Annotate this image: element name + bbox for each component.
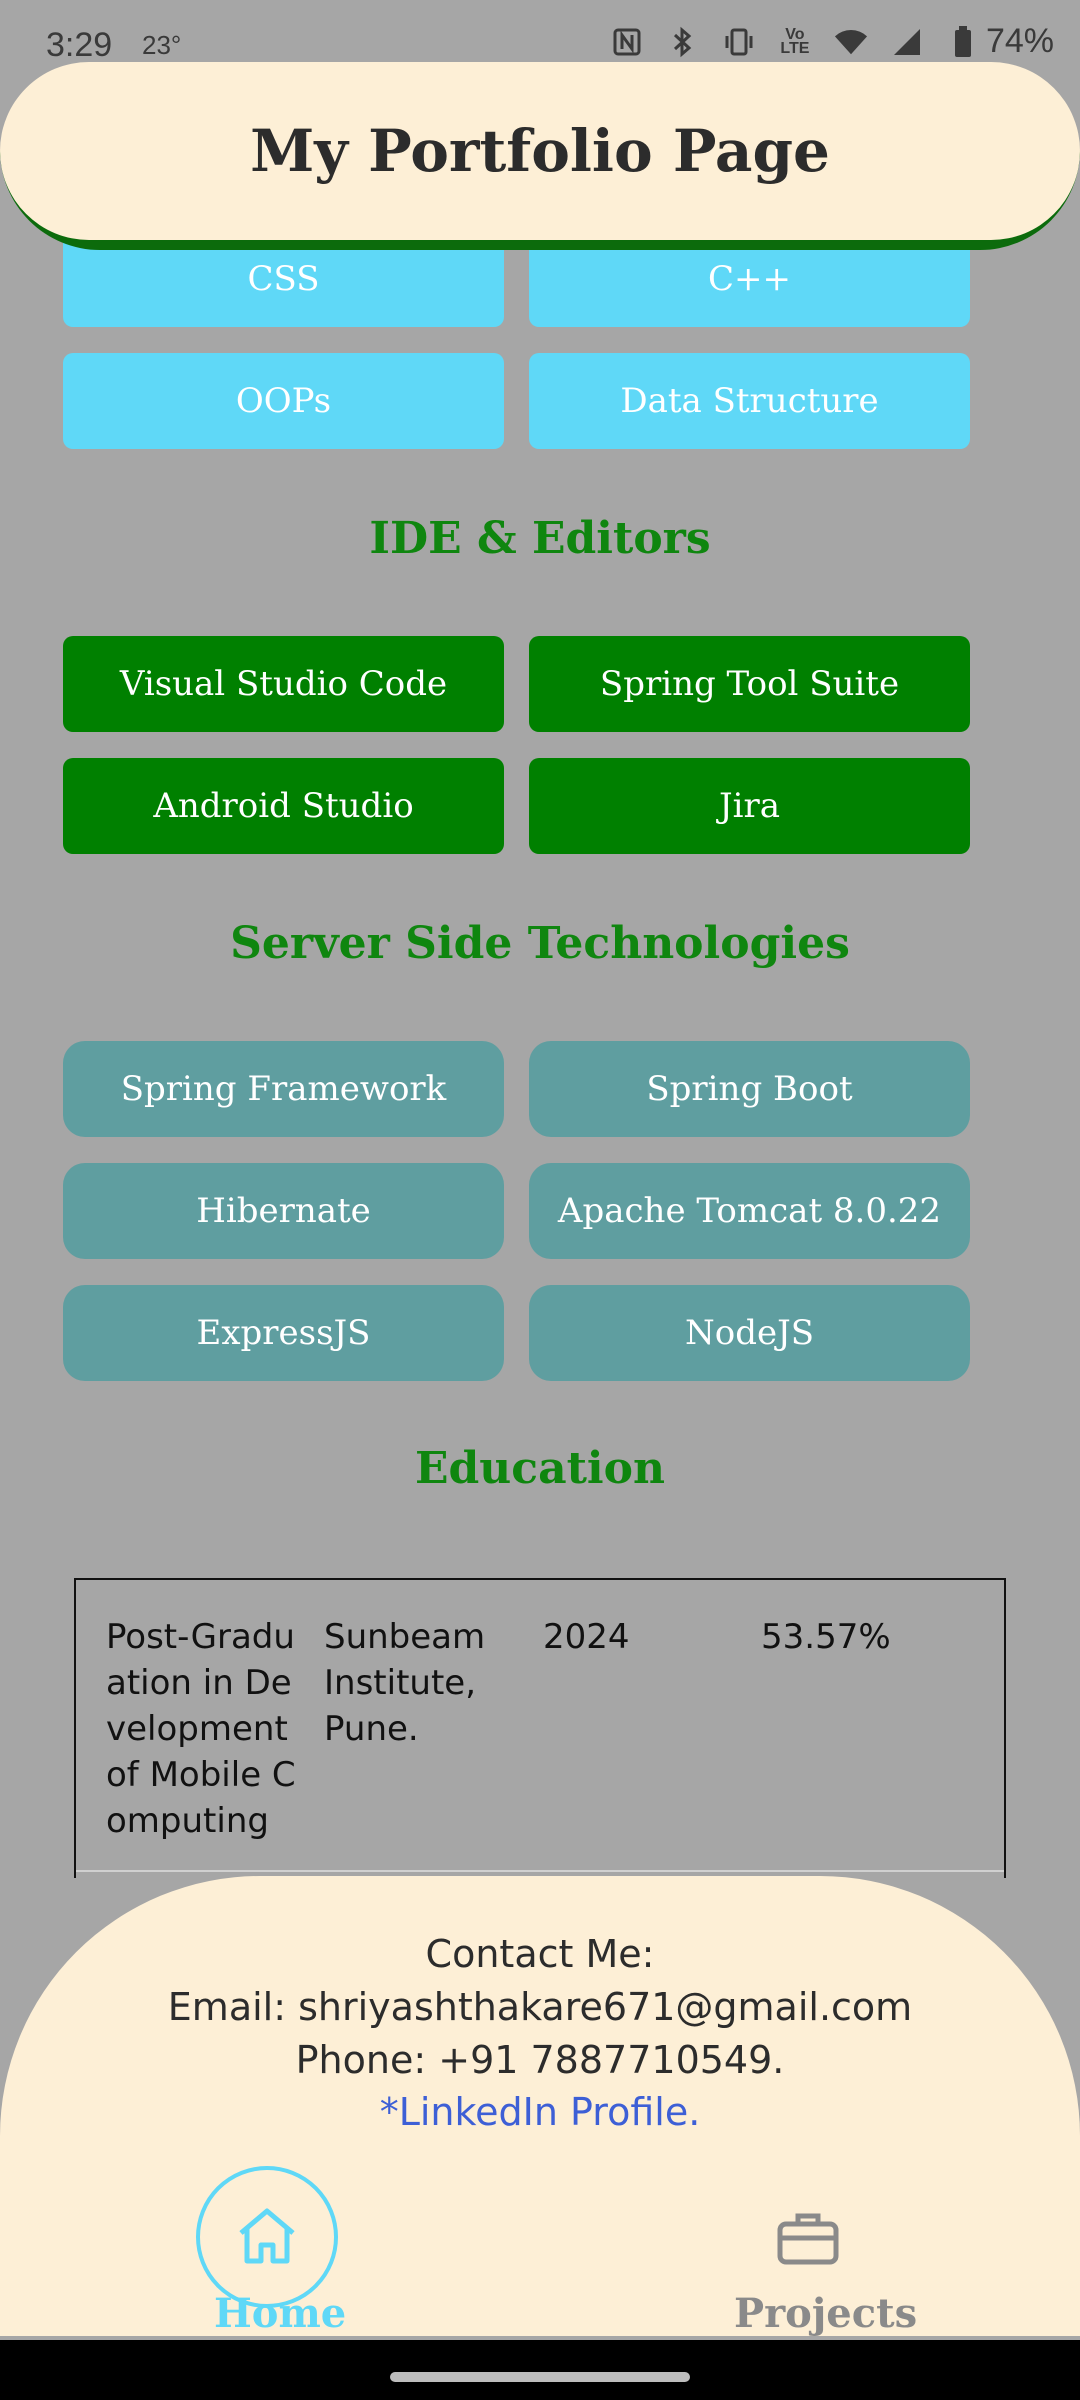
education-institute: Sunbeam Institute, Pune. xyxy=(324,1617,486,1749)
wifi-icon xyxy=(834,25,868,59)
education-year: 2024 xyxy=(543,1617,630,1657)
system-nav-bar xyxy=(0,2340,1080,2400)
nfc-icon xyxy=(610,25,644,59)
education-score: 53.57% xyxy=(761,1617,891,1657)
server-chip-expressjs[interactable]: ExpressJS xyxy=(63,1285,504,1381)
section-title-education: Education xyxy=(415,1443,665,1494)
nav-home-label[interactable]: Home xyxy=(214,2290,346,2337)
nav-home-button[interactable] xyxy=(196,2166,338,2308)
status-bar: 3:29 23° Vo LTE 74% xyxy=(0,0,1080,92)
section-title-server: Server Side Technologies xyxy=(230,918,850,969)
chip-label: Spring Framework xyxy=(120,1069,447,1109)
ide-chip-vscode[interactable]: Visual Studio Code xyxy=(63,636,504,732)
education-table: Post-Graduation in Development of Mobile… xyxy=(74,1578,1006,1878)
gesture-handle[interactable] xyxy=(390,2372,690,2382)
status-time: 3:29 xyxy=(46,26,113,64)
nav-projects-label[interactable]: Projects xyxy=(734,2290,917,2337)
skill-chip-oops[interactable]: OOPs xyxy=(63,353,504,449)
linkedin-link[interactable]: *LinkedIn Profile. xyxy=(0,2090,1080,2134)
chip-label: ExpressJS xyxy=(196,1313,371,1353)
chip-label: Data Structure xyxy=(620,381,879,421)
status-icons: Vo LTE 74% xyxy=(610,22,1054,61)
chip-label: Spring Boot xyxy=(646,1069,853,1109)
server-chip-hibernate[interactable]: Hibernate xyxy=(63,1163,504,1259)
chip-label: OOPs xyxy=(235,381,332,421)
ide-chip-jira[interactable]: Jira xyxy=(529,758,970,854)
server-chip-spring-boot[interactable]: Spring Boot xyxy=(529,1041,970,1137)
server-chip-nodejs[interactable]: NodeJS xyxy=(529,1285,970,1381)
page-title: My Portfolio Page xyxy=(250,117,830,185)
chip-label: C++ xyxy=(708,259,791,299)
skill-chip-data-structure[interactable]: Data Structure xyxy=(529,353,970,449)
battery-percent: 74% xyxy=(985,22,1054,60)
section-title-ide: IDE & Editors xyxy=(369,513,711,564)
volte-icon: Vo LTE xyxy=(780,25,810,57)
chip-label: Spring Tool Suite xyxy=(599,664,900,704)
signal-icon xyxy=(890,25,924,59)
chip-label: Visual Studio Code xyxy=(119,664,448,704)
ide-chip-sts[interactable]: Spring Tool Suite xyxy=(529,636,970,732)
battery-icon xyxy=(946,25,980,59)
vibrate-icon xyxy=(722,25,756,59)
status-temperature: 23° xyxy=(142,30,182,60)
row-divider xyxy=(76,1870,1004,1872)
contact-email[interactable]: Email: shriyashthakare671@gmail.com xyxy=(0,1985,1080,2029)
briefcase-icon[interactable] xyxy=(776,2210,840,2270)
contact-phone[interactable]: Phone: +91 7887710549. xyxy=(0,2038,1080,2082)
home-icon xyxy=(235,2205,299,2269)
ide-chip-android-studio[interactable]: Android Studio xyxy=(63,758,504,854)
bluetooth-icon xyxy=(666,25,700,59)
chip-label: CSS xyxy=(247,259,320,299)
chip-label: Jira xyxy=(718,786,781,826)
chip-label: Hibernate xyxy=(196,1191,371,1231)
server-chip-spring-framework[interactable]: Spring Framework xyxy=(63,1041,504,1137)
chip-label: NodeJS xyxy=(684,1313,815,1353)
education-course: Post-Graduation in Development of Mobile… xyxy=(106,1617,296,1841)
contact-heading: Contact Me: xyxy=(425,1932,655,1976)
chip-label: Apache Tomcat 8.0.22 xyxy=(557,1191,942,1231)
chip-label: Android Studio xyxy=(153,786,414,826)
server-chip-tomcat[interactable]: Apache Tomcat 8.0.22 xyxy=(529,1163,970,1259)
